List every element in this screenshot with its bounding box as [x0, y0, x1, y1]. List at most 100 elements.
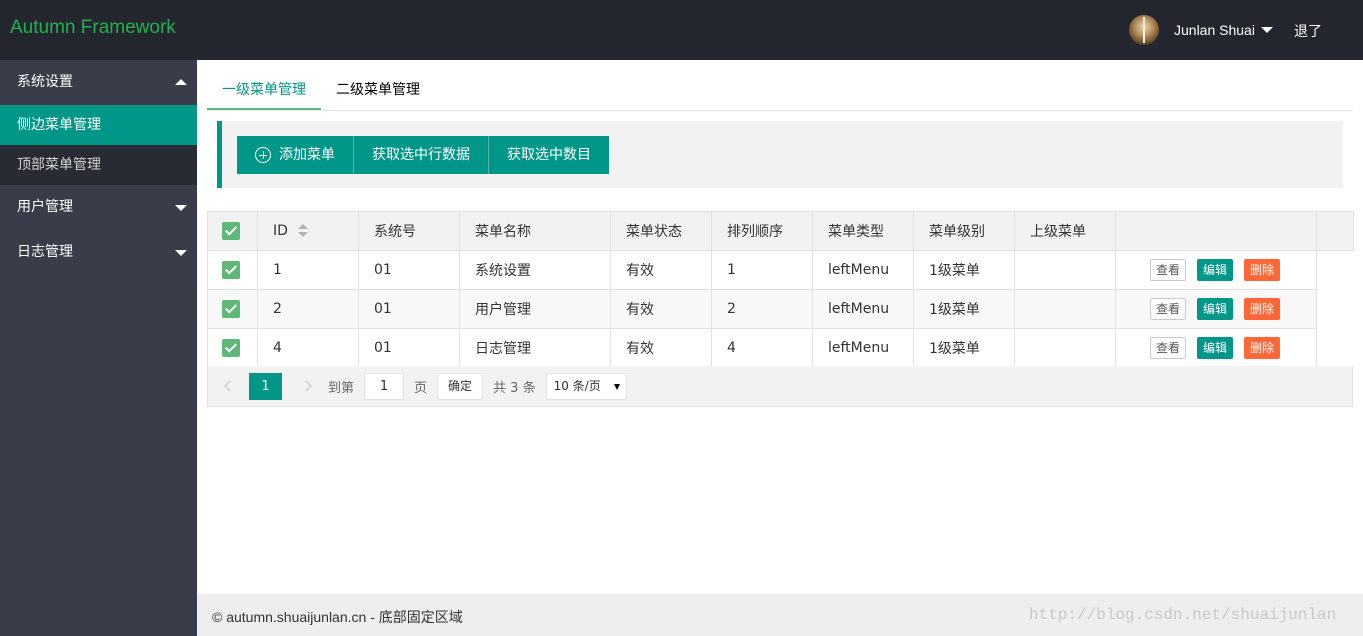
toolbar: 添加菜单 获取选中行数据 获取选中数目	[217, 121, 1343, 188]
column-header-id[interactable]: ID	[257, 211, 359, 251]
cell-parent-menu	[1014, 289, 1116, 329]
goto-label: 到第	[328, 380, 355, 396]
cell-menu-name: 系统设置	[459, 250, 611, 290]
sidebar-submenu: 侧边菜单管理 顶部菜单管理	[0, 105, 197, 185]
cell-sort-order: 4	[711, 328, 813, 368]
column-header-system-no: 系统号	[358, 211, 460, 251]
user-menu[interactable]: Junlan Shuai	[1129, 15, 1273, 45]
column-header-menu-name: 菜单名称	[459, 211, 611, 251]
table-row: 1 01 系统设置 有效 1 leftMenu 1级菜单 查看 编辑 删除	[207, 250, 1354, 290]
cell-menu-type: leftMenu	[812, 328, 914, 368]
view-button[interactable]: 查看	[1150, 298, 1187, 320]
cell-menu-level: 1级菜单	[913, 328, 1015, 368]
cell-sort-order: 1	[711, 250, 813, 290]
sidebar-group-logs[interactable]: 日志管理	[0, 230, 197, 275]
get-selected-count-button[interactable]: 获取选中数目	[489, 136, 609, 174]
table-row: 4 01 日志管理 有效 4 leftMenu 1级菜单 查看 编辑 删除	[207, 328, 1354, 368]
cell-menu-type: leftMenu	[812, 289, 914, 329]
watermark: http://blog.csdn.net/shuaijunlan	[1029, 606, 1337, 624]
cell-id: 4	[257, 328, 359, 368]
user-name: Junlan Shuai	[1174, 22, 1255, 38]
table-row: 2 01 用户管理 有效 2 leftMenu 1级菜单 查看 编辑 删除	[207, 289, 1354, 329]
page-size-value: 10 条/页	[553, 378, 601, 393]
cell-parent-menu	[1014, 328, 1116, 368]
next-page-icon[interactable]	[300, 380, 312, 392]
column-header-label: ID	[273, 223, 288, 239]
column-header-menu-level: 菜单级别	[913, 211, 1015, 251]
tab-level2-menu[interactable]: 二级菜单管理	[321, 70, 435, 110]
total-count: 共 3 条	[493, 380, 536, 396]
avatar[interactable]	[1129, 15, 1159, 45]
sidebar-group-label: 日志管理	[17, 244, 73, 260]
view-button[interactable]: 查看	[1150, 259, 1187, 281]
spacer-cell	[1316, 328, 1354, 368]
edit-button[interactable]: 编辑	[1197, 259, 1234, 281]
cell-system-no: 01	[358, 250, 460, 290]
cell-menu-name: 日志管理	[459, 328, 611, 368]
sidebar-item-top-menu[interactable]: 顶部菜单管理	[0, 145, 197, 185]
cell-system-no: 01	[358, 289, 460, 329]
column-header-sort-order: 排列顺序	[711, 211, 813, 251]
delete-button[interactable]: 删除	[1244, 337, 1281, 359]
page-current[interactable]: 1	[249, 372, 282, 400]
delete-button[interactable]: 删除	[1244, 298, 1281, 320]
sort-icon[interactable]	[297, 224, 308, 238]
add-menu-label: 添加菜单	[279, 147, 335, 163]
chevron-down-icon	[175, 205, 187, 211]
caret-down-icon	[613, 383, 620, 390]
cell-parent-menu	[1014, 250, 1116, 290]
sidebar: 系统设置 侧边菜单管理 顶部菜单管理 用户管理 日志管理	[0, 60, 197, 636]
cell-menu-status: 有效	[610, 250, 712, 290]
column-header-parent-menu: 上级菜单	[1014, 211, 1116, 251]
row-actions: 查看 编辑 删除	[1115, 289, 1317, 329]
app-logo[interactable]: Autumn Framework	[10, 17, 176, 39]
page-number-input[interactable]: 1	[364, 372, 405, 400]
goto-confirm-button[interactable]: 确定	[437, 372, 484, 400]
toolbar-button-group: 添加菜单 获取选中行数据 获取选中数目	[237, 136, 609, 174]
column-header-menu-type: 菜单类型	[812, 211, 914, 251]
chevron-down-icon	[175, 250, 187, 256]
edit-button[interactable]: 编辑	[1197, 337, 1234, 359]
edit-button[interactable]: 编辑	[1197, 298, 1234, 320]
row-checkbox-cell	[207, 250, 258, 290]
get-selected-rows-button[interactable]: 获取选中行数据	[354, 136, 489, 174]
row-checkbox[interactable]	[222, 261, 240, 279]
delete-button[interactable]: 删除	[1244, 259, 1281, 281]
cell-id: 1	[257, 250, 359, 290]
sidebar-group-system-settings[interactable]: 系统设置	[0, 60, 197, 105]
cell-menu-status: 有效	[610, 289, 712, 329]
cell-menu-type: leftMenu	[812, 250, 914, 290]
cell-id: 2	[257, 289, 359, 329]
tab-level1-menu[interactable]: 一级菜单管理	[207, 70, 321, 110]
add-circle-icon	[255, 147, 271, 163]
cell-menu-level: 1级菜单	[913, 250, 1015, 290]
row-checkbox[interactable]	[222, 300, 240, 318]
row-checkbox-cell	[207, 289, 258, 329]
sidebar-item-side-menu[interactable]: 侧边菜单管理	[0, 105, 197, 145]
spacer-cell	[1316, 250, 1354, 290]
select-all-checkbox[interactable]	[222, 222, 240, 240]
view-button[interactable]: 查看	[1150, 337, 1187, 359]
menu-table: ID 系统号 菜单名称 菜单状态 排列顺序 菜单类型 菜单级别 上级菜单 1 0…	[207, 211, 1354, 368]
page-size-select[interactable]: 10 条/页	[545, 372, 627, 400]
cell-menu-name: 用户管理	[459, 289, 611, 329]
row-checkbox[interactable]	[222, 339, 240, 357]
header-checkbox-cell	[207, 211, 258, 251]
spacer-cell	[1316, 289, 1354, 329]
row-checkbox-cell	[207, 328, 258, 368]
add-menu-button[interactable]: 添加菜单	[237, 136, 354, 174]
tab-bar: 一级菜单管理 二级菜单管理	[207, 70, 1353, 111]
cell-system-no: 01	[358, 328, 460, 368]
column-header-spacer	[1316, 211, 1354, 251]
sidebar-group-label: 用户管理	[17, 199, 73, 215]
prev-page-icon[interactable]	[224, 380, 236, 392]
table-header-row: ID 系统号 菜单名称 菜单状态 排列顺序 菜单类型 菜单级别 上级菜单	[207, 211, 1354, 251]
top-header: Autumn Framework Junlan Shuai 退了	[0, 0, 1363, 60]
cell-sort-order: 2	[711, 289, 813, 329]
logout-link[interactable]: 退了	[1294, 21, 1322, 41]
footer: © autumn.shuaijunlan.cn - 底部固定区域 http://…	[197, 594, 1363, 636]
chevron-down-icon	[1260, 27, 1273, 33]
column-header-menu-status: 菜单状态	[610, 211, 712, 251]
main-content: 一级菜单管理 二级菜单管理 添加菜单 获取选中行数据 获取选中数目 ID 系统号…	[197, 60, 1363, 594]
sidebar-group-users[interactable]: 用户管理	[0, 185, 197, 230]
